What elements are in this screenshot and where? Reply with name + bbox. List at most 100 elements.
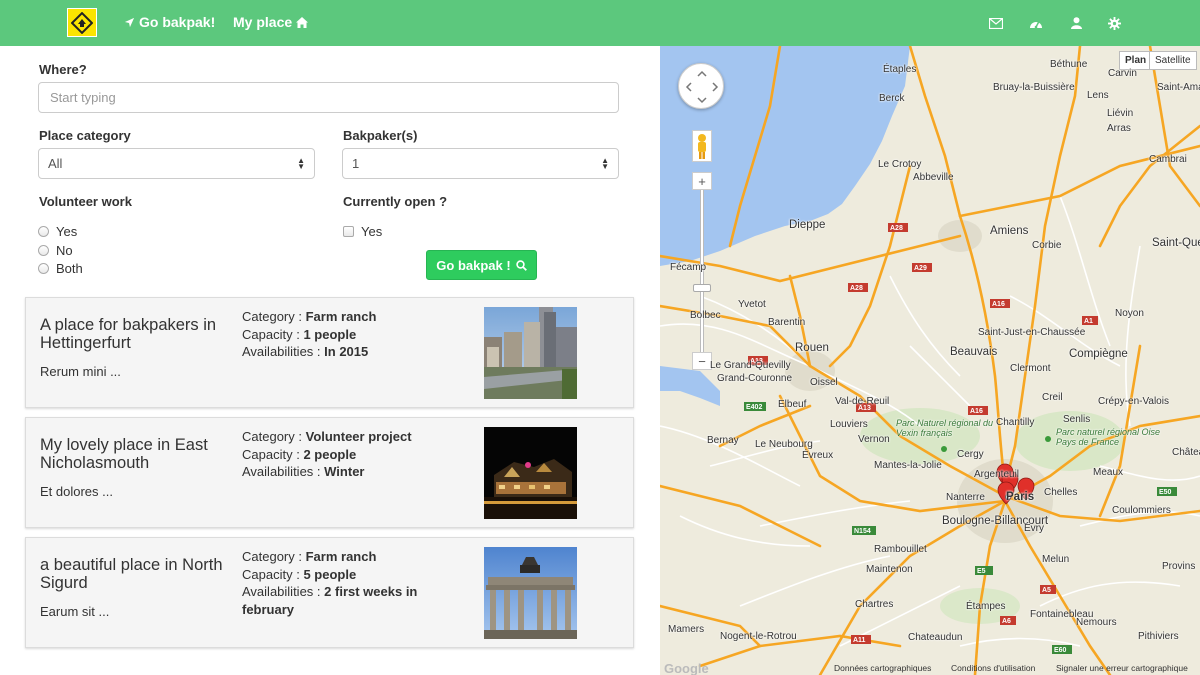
checkbox[interactable] <box>343 226 354 237</box>
volunteer-label: Volunteer work <box>39 194 132 209</box>
capacity-key: Capacity : <box>242 566 300 582</box>
bakpakers-select[interactable]: 1 ▲ ▼ <box>342 148 619 179</box>
map-city-label: Bolbec <box>690 310 721 321</box>
night-city-photo[interactable] <box>484 427 577 519</box>
brandenburg-gate-photo[interactable] <box>484 547 577 639</box>
volunteer-radio-no[interactable]: No <box>38 243 73 258</box>
envelope-icon[interactable] <box>988 15 1004 31</box>
place-title[interactable]: My lovely place in East Nicholasmouth <box>40 436 230 472</box>
currently-open-checkbox[interactable]: Yes <box>343 224 382 239</box>
volunteer-radio-both[interactable]: Both <box>38 261 83 276</box>
map-city-label: Oissel <box>810 377 838 388</box>
map-city-label: Grand-Couronne <box>717 373 793 384</box>
map-city-label: Paris <box>1006 491 1035 503</box>
terms-link[interactable]: Conditions d'utilisation <box>951 663 1035 673</box>
category-key: Category : <box>242 429 302 444</box>
place-info: Category : Farm ranch Capacity : 1 peopl… <box>242 308 422 361</box>
radio-label: Both <box>56 261 83 276</box>
location-arrow-icon <box>124 17 135 27</box>
place-title[interactable]: a beautiful place in North Sigurd <box>40 556 230 592</box>
top-navbar: Go bakpak! My place <box>0 0 1200 46</box>
svg-text:E60: E60 <box>1054 647 1067 654</box>
map-city-label: Fécamp <box>670 262 707 273</box>
zoom-in-button[interactable]: + <box>692 172 712 190</box>
street-view-pegman-icon[interactable] <box>692 130 712 162</box>
map-pan-control[interactable] <box>678 63 724 109</box>
map-city-label: Étampes <box>966 601 1006 612</box>
map-view[interactable]: A28 A29 A28 A16 A1 A13 A16 E402 A13 N154… <box>660 46 1200 675</box>
place-card[interactable]: My lovely place in East Nicholasmouth Et… <box>25 417 634 528</box>
user-icon[interactable] <box>1068 15 1084 31</box>
capacity-value: 5 people <box>303 566 357 582</box>
map-park-label: Parc Naturel régional du Vexin français <box>896 418 994 438</box>
radio-button[interactable] <box>38 226 49 237</box>
map-city-label: Beauvais <box>950 346 998 358</box>
map-city-label: Pithiviers <box>1138 631 1179 642</box>
google-logo: Google <box>664 661 709 675</box>
search-icon <box>516 259 527 271</box>
dashboard-icon[interactable] <box>1028 15 1044 31</box>
app-logo[interactable] <box>67 8 97 37</box>
map-city-label: Nemours <box>1076 617 1117 628</box>
map-city-label: Rambouillet <box>874 544 927 555</box>
radio-button[interactable] <box>38 263 49 274</box>
map-city-label: Senlis <box>1063 414 1091 425</box>
availabilities-key: Availabilities : <box>242 464 321 479</box>
place-info: Category : Volunteer project Capacity : … <box>242 428 422 481</box>
map-city-label: Noyon <box>1115 308 1144 319</box>
map-city-label: Mamers <box>668 624 705 635</box>
map-city-label: Crépy-en-Valois <box>1098 396 1169 407</box>
radio-button[interactable] <box>38 245 49 256</box>
map-city-label: Rouen <box>795 342 829 354</box>
where-input[interactable] <box>38 82 619 113</box>
map-type-satellite-button[interactable]: Satellite <box>1149 51 1197 70</box>
svg-text:A5: A5 <box>1042 587 1051 594</box>
nav-my-place-link[interactable]: My place <box>233 14 309 30</box>
nav-my-place-label: My place <box>233 14 293 30</box>
map-data-link[interactable]: Données cartographiques <box>834 663 931 673</box>
map-city-label: Bruay-la-Buissière <box>993 82 1075 93</box>
svg-text:A28: A28 <box>890 225 903 232</box>
go-bakpak-button[interactable]: Go bakpak ! <box>426 250 537 280</box>
place-description: Et dolores ... <box>40 484 113 499</box>
map-city-label: Le Crotoy <box>878 159 922 170</box>
map-city-label: Vernon <box>858 434 890 445</box>
bakpakers-label: Bakpaker(s) <box>343 128 418 143</box>
svg-text:A16: A16 <box>992 301 1005 308</box>
report-error-link[interactable]: Signaler une erreur cartographique <box>1056 663 1188 673</box>
nav-go-bakpak-link[interactable]: Go bakpak! <box>124 14 215 30</box>
map-city-label: Creil <box>1042 392 1063 403</box>
bakpakers-select-value: 1 <box>352 156 360 171</box>
availabilities-key: Availabilities : <box>242 584 321 599</box>
radio-label: Yes <box>56 224 78 239</box>
map-city-label: Saint-Quentin <box>1152 237 1200 249</box>
svg-text:E5: E5 <box>977 568 986 575</box>
map-city-label: Chelles <box>1044 487 1078 498</box>
map-city-label: Barentin <box>768 317 806 328</box>
category-select-value: All <box>48 156 63 171</box>
capacity-value: 2 people <box>303 446 357 462</box>
place-title[interactable]: A place for bakpakers in Hettingerfurt <box>40 316 230 352</box>
gear-icon[interactable] <box>1106 15 1122 31</box>
zoom-slider-handle[interactable] <box>693 284 711 292</box>
map-footer: Google Données cartographiques Condition… <box>660 661 1200 675</box>
volunteer-radio-yes[interactable]: Yes <box>38 224 77 239</box>
map-city-label: Cergy <box>957 449 984 460</box>
map-city-label: Yvetot <box>738 299 766 310</box>
zoom-out-button[interactable]: − <box>692 352 712 370</box>
place-card[interactable]: a beautiful place in North Sigurd Earum … <box>25 537 634 648</box>
map-city-label: Chateaudun <box>908 632 963 643</box>
svg-text:N154: N154 <box>854 528 871 535</box>
availabilities-value: Winter <box>324 464 365 479</box>
svg-text:A16: A16 <box>970 408 983 415</box>
city-skyline-photo[interactable] <box>484 307 577 399</box>
map-city-label: Carvin <box>1108 68 1137 79</box>
checkbox-label: Yes <box>361 224 383 239</box>
map-city-label: Coulommiers <box>1112 505 1171 516</box>
place-card[interactable]: A place for bakpakers in Hettingerfurt R… <box>25 297 634 408</box>
map-city-label: Compiègne <box>1069 348 1128 360</box>
category-select[interactable]: All ▲ ▼ <box>38 148 315 179</box>
svg-text:A11: A11 <box>853 637 866 644</box>
map-city-label: Dieppe <box>789 219 826 231</box>
nav-go-bakpak-label: Go bakpak! <box>139 14 216 30</box>
